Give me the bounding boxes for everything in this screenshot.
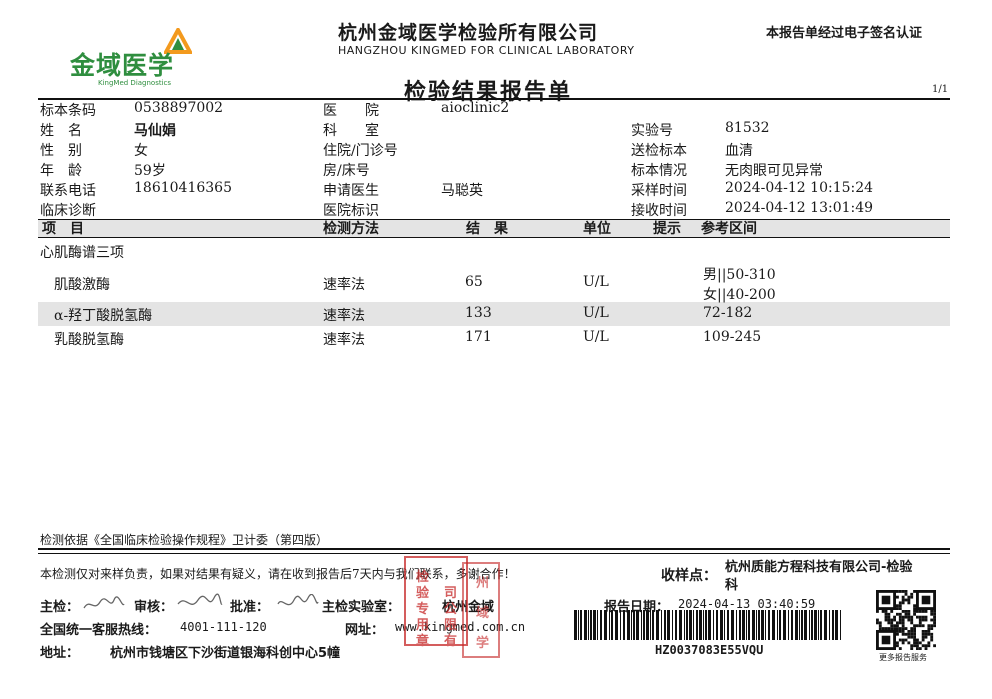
barcode-icon [574, 610, 841, 640]
row-result: 133 [465, 305, 492, 321]
receiver-line1: 杭州质能方程科技有限公司-检验 [725, 560, 913, 575]
footer-divider-thin [38, 553, 950, 554]
approver-signature [277, 594, 319, 606]
col-unit: 单位 [583, 221, 611, 237]
lab-label: 主检实验室： [322, 600, 401, 615]
lab-name-en: HANGZHOU KINGMED FOR CLINICAL LABORATORY [338, 44, 635, 57]
qr-caption: 更多报告服务 [879, 653, 927, 662]
stamp-char: 州 [476, 576, 490, 591]
col-ref: 参考区间 [701, 221, 757, 237]
stamp-char: 章 [416, 634, 430, 649]
website-label: 网址： [345, 623, 385, 638]
report-code: HZ0037083E55VQU [655, 643, 764, 657]
label-collect-time: 采样时间 [631, 183, 687, 199]
report-date-value: 2024-04-13 03:40:59 [678, 597, 816, 611]
label-department: 科 室 [323, 123, 379, 139]
hotline-label: 全国统一客服热线： [40, 623, 158, 638]
row-item: 肌酸激酶 [54, 277, 110, 293]
test-basis: 检测依据《全国临床检验操作规程》卫计委（第四版） [40, 533, 329, 547]
footer-divider [38, 548, 950, 550]
label-bed: 房/床号 [323, 163, 370, 179]
row-item: α-羟丁酸脱氢酶 [54, 308, 153, 324]
qr-code-icon[interactable] [876, 590, 936, 650]
address-label: 地址： [40, 646, 80, 661]
col-hint: 提示 [653, 221, 681, 237]
label-sample-status: 标本情况 [631, 163, 687, 179]
value-hospital: aioclinic2 [441, 100, 510, 116]
receiver-label: 收样点： [661, 568, 717, 584]
label-gender: 性 别 [40, 143, 82, 159]
row-shade [38, 302, 950, 326]
lab-name-cn: 杭州金域医学检验所有限公司 [338, 22, 599, 44]
receiver-line2: 科 [725, 578, 739, 593]
stamp-char: 学 [476, 636, 490, 651]
page-number: 1/1 [932, 84, 949, 95]
label-barcode: 标本条码 [40, 103, 96, 119]
value-name: 马仙娟 [134, 123, 176, 139]
row-result: 65 [465, 274, 483, 290]
row-result: 171 [465, 329, 492, 345]
label-doctor: 申请医生 [323, 183, 379, 199]
reviewer-label: 审核： [134, 600, 174, 615]
tester-label: 主检： [40, 600, 80, 615]
approver-label: 批准： [230, 600, 270, 615]
value-lab-no: 81532 [725, 120, 770, 136]
label-lab-no: 实验号 [631, 123, 673, 139]
row-unit: U/L [583, 274, 609, 290]
row-item: 乳酸脱氢酶 [54, 332, 124, 348]
value-collect-time: 2024-04-12 10:15:24 [725, 180, 874, 196]
tester-signature [83, 596, 125, 609]
row-unit: U/L [583, 329, 609, 345]
official-stamp: 检 验 专 用 章 司 公 限 有 [404, 556, 468, 649]
row-ref-female: 女||40-200 [703, 287, 776, 303]
group-title: 心肌酶谱三项 [40, 245, 124, 261]
label-age: 年 龄 [40, 163, 82, 179]
logo-subtitle: KingMed Diagnostics [98, 79, 172, 87]
value-gender: 女 [134, 143, 148, 159]
row-ref: 72-182 [703, 305, 753, 321]
value-phone: 18610416365 [134, 180, 232, 196]
label-inpatient: 住院/门诊号 [323, 143, 398, 159]
value-receive-time: 2024-04-12 13:01:49 [725, 200, 874, 216]
hotline-value: 4001-111-120 [180, 620, 267, 634]
value-sample: 血清 [725, 143, 753, 159]
value-barcode: 0538897002 [134, 100, 224, 116]
row-ref: 109-245 [703, 329, 762, 345]
label-diagnosis: 临床诊断 [40, 203, 96, 219]
label-phone: 联系电话 [40, 183, 96, 199]
label-sample: 送检标本 [631, 143, 687, 159]
value-sample-status: 无肉眼可见异常 [725, 163, 823, 179]
reviewer-signature [177, 593, 223, 605]
results-header: 项 目 检测方法 结 果 单位 提示 参考区间 [38, 219, 950, 238]
col-method: 检测方法 [323, 221, 379, 237]
label-receive-time: 接收时间 [631, 203, 687, 219]
official-stamp-secondary: 州 域 学 [462, 562, 500, 658]
label-name: 姓 名 [40, 123, 82, 139]
stamp-char: 有 [444, 634, 458, 649]
label-hospital-id: 医院标识 [323, 203, 379, 219]
row-unit: U/L [583, 305, 609, 321]
value-doctor: 马聪英 [441, 183, 483, 199]
row-method: 速率法 [323, 277, 365, 293]
row-ref-male: 男||50-310 [703, 267, 776, 283]
stamp-char: 域 [476, 606, 490, 621]
value-age: 59岁 [134, 163, 166, 179]
label-hospital: 医 院 [323, 103, 379, 119]
row-method: 速率法 [323, 332, 365, 348]
row-method: 速率法 [323, 308, 365, 324]
col-item: 项 目 [42, 221, 84, 237]
logo-text: 金域医学 [70, 51, 175, 80]
address-value: 杭州市钱塘区下沙街道银海科创中心5幢 [110, 646, 341, 661]
certification-note: 本报告单经过电子签名认证 [766, 26, 923, 41]
col-result: 结 果 [466, 221, 508, 237]
